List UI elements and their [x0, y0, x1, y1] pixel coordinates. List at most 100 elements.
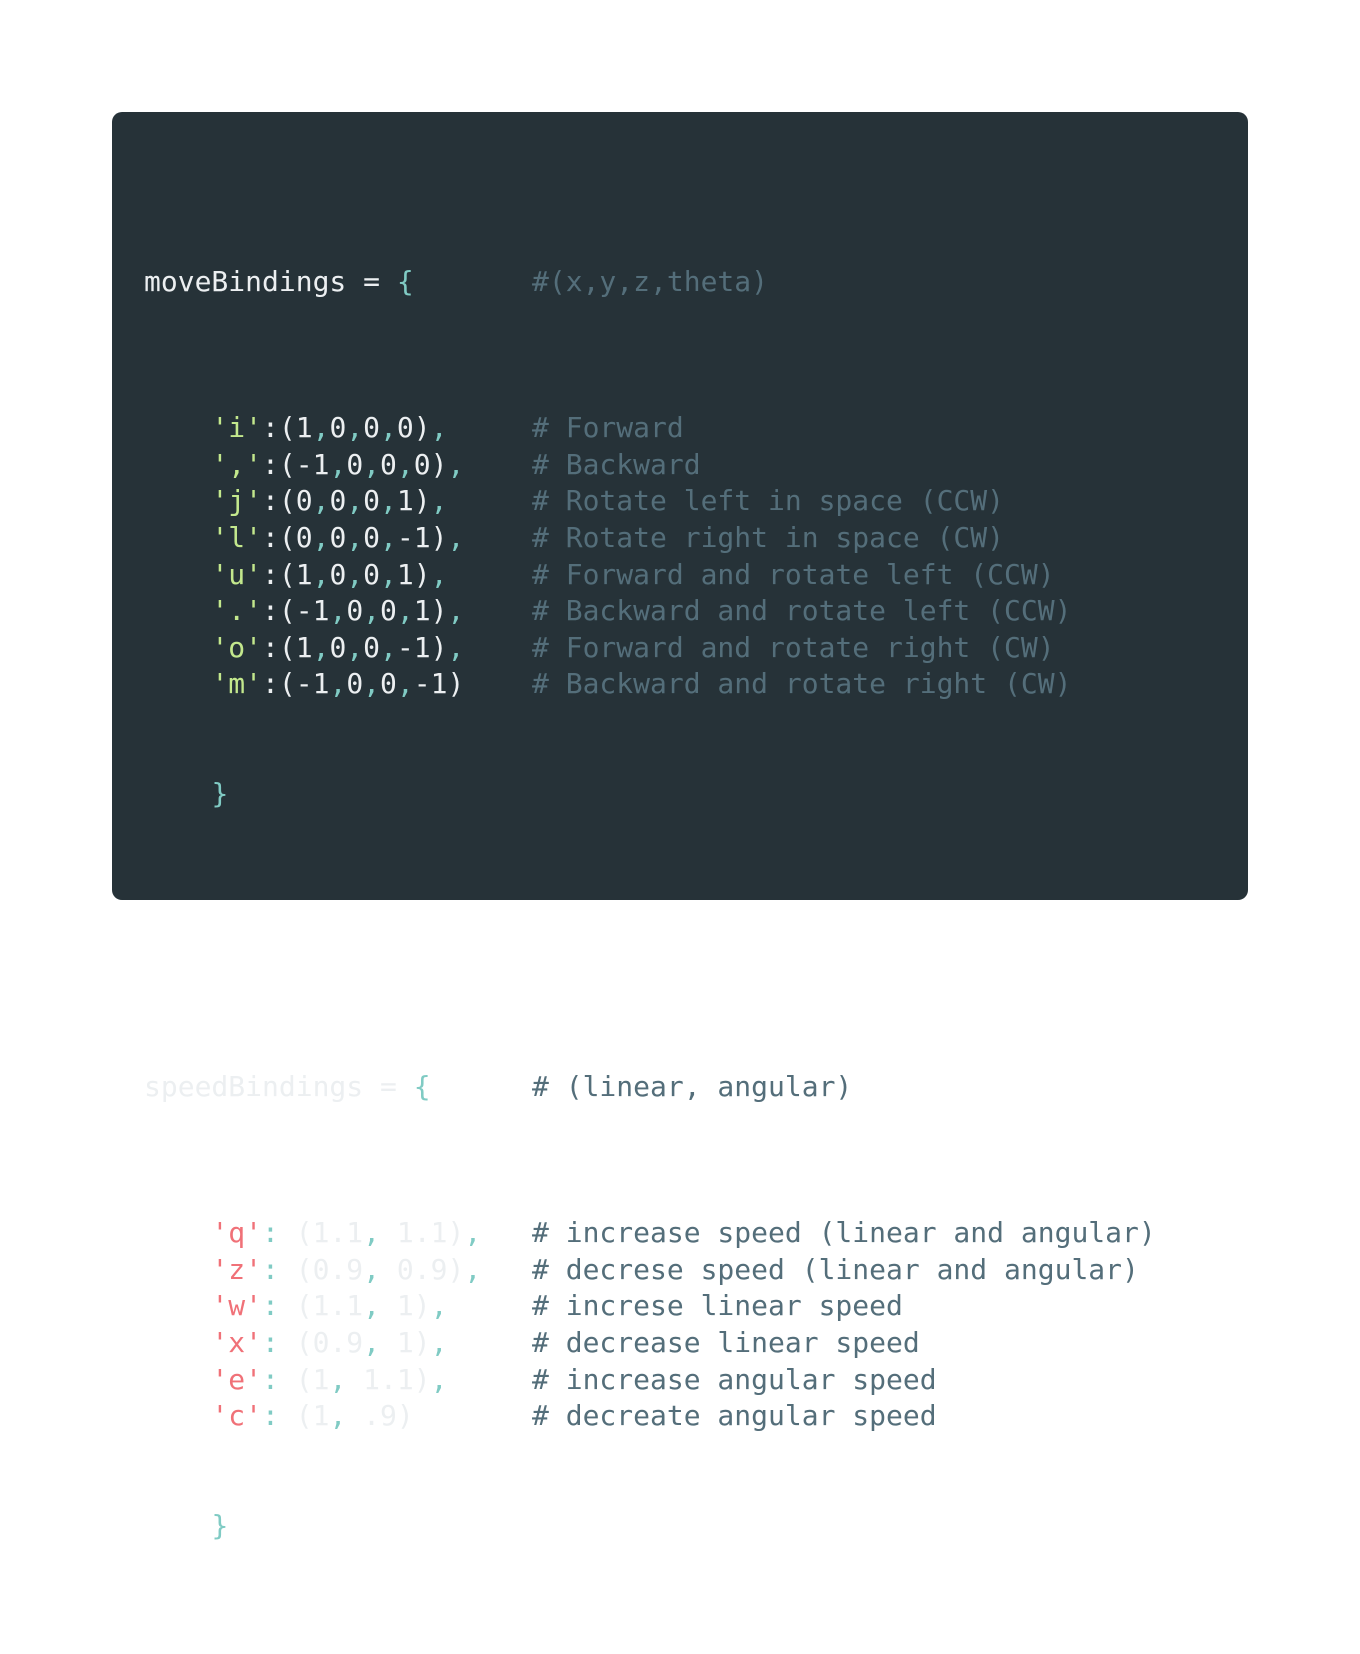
binding-value: 0: [380, 447, 397, 481]
close-paren: ): [413, 1289, 431, 1323]
binding-key: 'x': [211, 1326, 263, 1359]
comma: ,: [380, 411, 397, 445]
binding-key: 'm': [211, 667, 263, 701]
speed-var-name: speedBindings: [144, 1069, 364, 1103]
comma: ,: [363, 667, 381, 701]
colon: :(: [262, 594, 296, 628]
binding-comment: # decrease linear speed: [532, 1326, 920, 1359]
close-brace: }: [211, 777, 229, 811]
binding-value: 0: [329, 557, 347, 591]
close-paren: ): [413, 1326, 431, 1359]
code-panel: moveBindings = {#(x,y,z,theta) 'i':(1,0,…: [112, 112, 1248, 1542]
close-paren: ): [413, 411, 431, 445]
binding-comment: # Rotate right in space (CW): [532, 520, 1005, 554]
trailing-comma: ,: [430, 484, 448, 518]
code-block: moveBindings = {#(x,y,z,theta) 'i':(1,0,…: [144, 154, 1156, 1654]
binding-value: 0: [329, 484, 347, 518]
colon: :(: [262, 411, 296, 445]
binding-key: '.': [211, 594, 263, 628]
close-paren: ): [447, 1252, 465, 1286]
binding-comment: # Rotate left in space (CCW): [532, 484, 1005, 518]
open-paren: (: [278, 1399, 313, 1433]
comma: ,: [346, 484, 364, 518]
comma: ,: [380, 557, 397, 591]
comma: ,: [329, 1399, 364, 1433]
binding-key: 'w': [211, 1289, 263, 1323]
trailing-comma: ,: [430, 557, 448, 591]
binding-value: 0: [363, 411, 381, 445]
comma: ,: [363, 1289, 397, 1323]
binding-value: 1: [396, 1326, 414, 1359]
close-paren: ): [413, 484, 431, 518]
move-binding-line: 'j':(0,0,0,1), # Rotate left in space (CC…: [144, 483, 1004, 520]
open-paren: (: [278, 1216, 313, 1250]
colon: :: [262, 1326, 279, 1359]
binding-value: 0: [346, 447, 364, 481]
speed-binding-line: 'w': (1.1, 1), # increse linear speed: [144, 1288, 902, 1325]
binding-value: 0: [295, 520, 313, 554]
binding-value: 0: [346, 594, 364, 628]
binding-value: 1: [312, 1362, 330, 1396]
comma: ,: [380, 520, 397, 554]
binding-value: 0: [295, 484, 313, 518]
comma: ,: [396, 594, 414, 628]
speed-binding-line: 'e': (1, 1.1), # increase angular speed: [144, 1362, 936, 1399]
binding-comment: # increase speed (linear and angular): [532, 1216, 1156, 1250]
binding-value: 0.9: [312, 1252, 364, 1286]
move-binding-line: 'i':(1,0,0,0), # Forward: [144, 410, 683, 447]
trailing-comma: ,: [430, 1326, 448, 1359]
move-header-line: moveBindings = {#(x,y,z,theta): [144, 264, 768, 301]
comma: ,: [363, 1326, 397, 1359]
comma: ,: [329, 1362, 364, 1396]
binding-key: 'o': [211, 630, 263, 664]
binding-value: 1: [312, 1399, 330, 1433]
trailing-comma: ,: [430, 1289, 448, 1323]
binding-value: 0: [396, 411, 414, 445]
comma: ,: [363, 1252, 397, 1286]
move-binding-line: '.':(-1,0,0,1), # Backward and rotate lef…: [144, 593, 1071, 630]
binding-value: .9: [363, 1399, 397, 1433]
speed-header-line: speedBindings = {# (linear, angular): [144, 1069, 852, 1106]
close-brace: }: [211, 1508, 229, 1542]
colon: :: [262, 1399, 279, 1433]
binding-key: 'z': [211, 1252, 263, 1286]
trailing-comma: ,: [430, 1362, 448, 1396]
trailing-comma: ,: [447, 630, 465, 664]
binding-comment: # Backward and rotate right (CW): [532, 667, 1072, 701]
binding-key: 'j': [211, 484, 263, 518]
binding-value: -1: [413, 667, 448, 701]
comma: ,: [380, 630, 397, 664]
binding-value: -1: [295, 594, 330, 628]
comma: ,: [329, 594, 347, 628]
binding-value: 0: [380, 594, 397, 628]
comma: ,: [363, 594, 381, 628]
comma: ,: [329, 447, 347, 481]
close-paren: ): [430, 630, 448, 664]
comma: ,: [312, 484, 330, 518]
binding-comment: # increase angular speed: [532, 1362, 937, 1396]
move-bindings-list: 'i':(1,0,0,0), # Forward ',':(-1,0,0,0), #…: [144, 410, 1071, 703]
move-header-comment: #(x,y,z,theta): [532, 264, 769, 298]
comma: ,: [363, 1216, 397, 1250]
binding-comment: # Backward and rotate left (CCW): [532, 594, 1072, 628]
binding-value: 1: [295, 411, 313, 445]
trailing-comma: ,: [447, 520, 465, 554]
comma: ,: [363, 447, 381, 481]
trailing-comma: ,: [464, 1252, 482, 1286]
colon: :(: [262, 667, 296, 701]
binding-value: 1: [295, 630, 313, 664]
move-binding-line: 'u':(1,0,0,1), # Forward and rotate left …: [144, 557, 1054, 594]
binding-key: ',': [211, 447, 263, 481]
close-paren: ): [430, 594, 448, 628]
colon: :(: [262, 447, 296, 481]
move-binding-line: 'l':(0,0,0,-1), # Rotate right in space (…: [144, 520, 1004, 557]
binding-key: 'c': [211, 1399, 263, 1433]
binding-value: 1.1: [312, 1289, 364, 1323]
